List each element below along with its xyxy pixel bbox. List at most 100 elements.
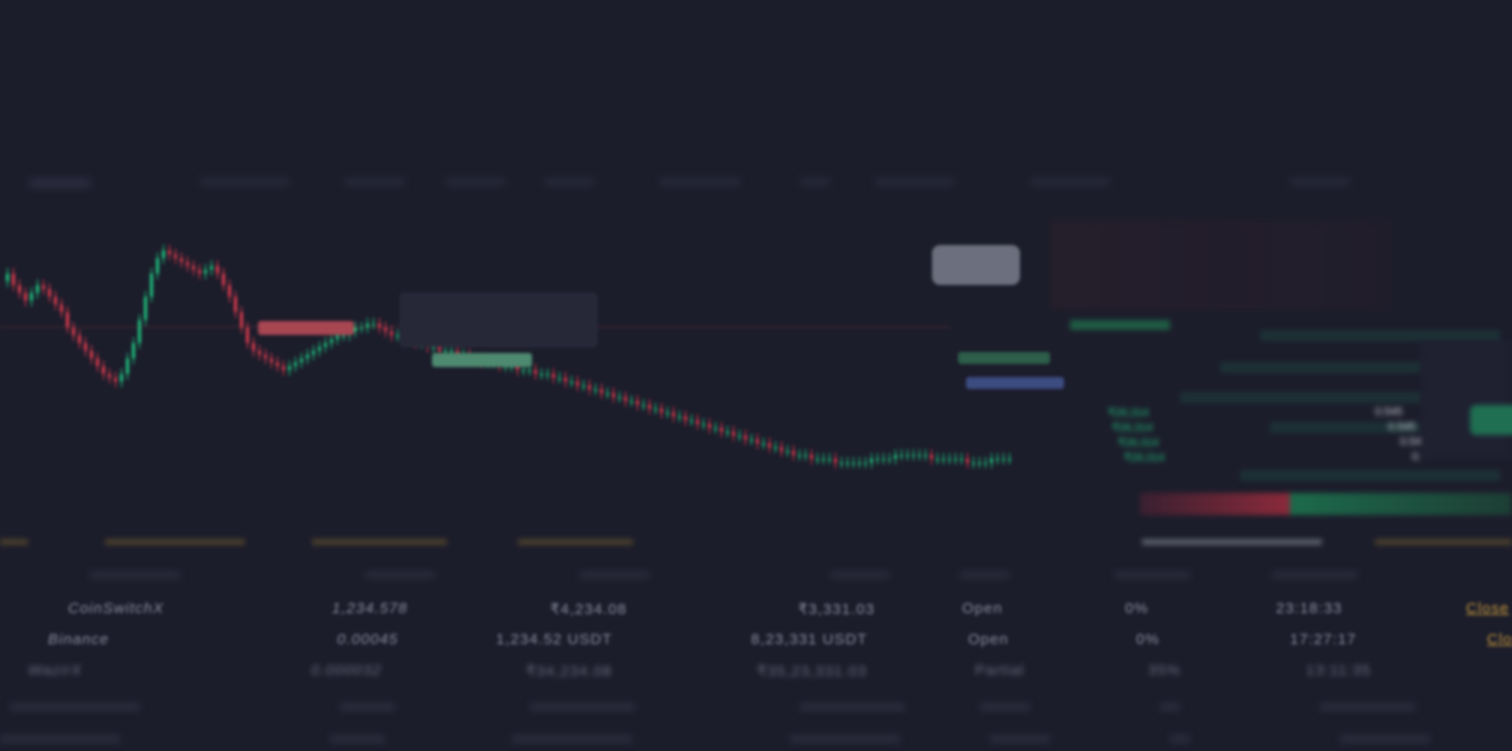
candle-up xyxy=(204,269,207,274)
candle-up xyxy=(978,462,981,465)
candle-up xyxy=(786,451,789,453)
blurred-cell xyxy=(530,704,635,710)
candle-up xyxy=(642,404,645,407)
total-cell: ₹3,331.03 xyxy=(798,601,875,618)
toolbar-item[interactable] xyxy=(30,178,90,188)
candle-up xyxy=(954,458,957,461)
toolbar-item[interactable] xyxy=(875,178,955,186)
trade-panel xyxy=(1420,340,1512,460)
candle-up xyxy=(618,397,621,399)
candle-up xyxy=(984,462,987,465)
candle-up xyxy=(864,462,867,465)
candle-down xyxy=(378,323,381,328)
summary-item xyxy=(312,539,447,545)
exchange-cell: Binance xyxy=(48,631,110,648)
blurred-cell xyxy=(790,736,900,742)
candle-down xyxy=(42,285,45,289)
candle-up xyxy=(546,373,549,376)
candle-down xyxy=(672,412,675,417)
candle-up xyxy=(372,323,375,326)
candle-up xyxy=(312,350,315,355)
candle-up xyxy=(570,381,573,384)
toolbar-item[interactable] xyxy=(660,178,740,186)
candle-up xyxy=(540,373,543,376)
candle-up xyxy=(354,327,357,332)
candle-down xyxy=(54,296,57,305)
toolbar-item[interactable] xyxy=(800,178,830,186)
candle-down xyxy=(192,265,195,270)
candle-down xyxy=(744,435,747,440)
amount-cell: ₹4,234.08 xyxy=(550,601,627,618)
candle-up xyxy=(924,454,927,457)
candle-down xyxy=(276,362,279,367)
price-chart[interactable] xyxy=(0,215,1110,525)
bid-price: ₹26,314 xyxy=(1124,452,1165,464)
orderbook-row[interactable]: ₹26,314 xyxy=(1108,406,1149,419)
total-cell: 8,23,331 USDT xyxy=(751,631,868,648)
summary-item xyxy=(0,539,28,545)
orderbook-row[interactable]: ₹26,314 xyxy=(1118,436,1159,449)
orderbook-asks-area xyxy=(1050,220,1390,310)
buy-button[interactable] xyxy=(1290,493,1512,515)
candle-down xyxy=(24,292,27,301)
table-header xyxy=(0,570,1512,580)
blurred-cell xyxy=(330,736,385,742)
candle-down xyxy=(576,381,579,386)
candle-up xyxy=(828,458,831,461)
candle-up xyxy=(294,362,297,367)
candle-down xyxy=(966,458,969,463)
candle-down xyxy=(48,289,51,297)
toolbar-item[interactable] xyxy=(545,178,595,186)
blurred-cell xyxy=(340,704,395,710)
status-cell: Open xyxy=(962,600,1003,617)
table-row[interactable]: Binance 0.00045 1,234.52 USDT 8,23,331 U… xyxy=(0,631,1512,655)
amount-cell: 1,234.52 USDT xyxy=(496,631,613,648)
candle-down xyxy=(390,331,393,336)
trade-accent[interactable] xyxy=(1470,405,1512,435)
candle-up xyxy=(630,400,633,403)
candle-up xyxy=(138,319,141,343)
candle-down xyxy=(60,304,63,313)
blurred-cell xyxy=(1320,704,1415,710)
table-row[interactable]: CoinSwitchX 1,234.578 ₹4,234.08 ₹3,331.0… xyxy=(0,600,1512,624)
candle-down xyxy=(264,354,267,359)
candle-up xyxy=(798,454,801,457)
toolbar-item[interactable] xyxy=(445,178,505,186)
candle-up xyxy=(36,285,39,293)
orderbook-row[interactable]: ₹26,314 xyxy=(1124,451,1165,464)
blurred-cell xyxy=(1170,736,1190,742)
candle-down xyxy=(438,346,441,351)
candle-down xyxy=(282,366,285,370)
toolbar-item[interactable] xyxy=(345,178,405,186)
candle-down xyxy=(834,458,837,463)
candle-down xyxy=(102,366,105,374)
candle-down xyxy=(180,258,183,262)
amount-cell: ₹34,234.08 xyxy=(526,663,613,680)
blurred-cell xyxy=(10,704,140,710)
close-order-button[interactable]: Close xyxy=(1487,631,1512,648)
toolbar-item[interactable] xyxy=(200,178,290,186)
table-row[interactable] xyxy=(0,728,1512,751)
table-row[interactable] xyxy=(0,696,1512,720)
candle-up xyxy=(144,296,147,320)
orderbook-row[interactable]: ₹26,314 xyxy=(1112,421,1153,434)
side-widget xyxy=(932,245,1020,285)
blurred-cell xyxy=(980,704,1030,710)
candle-up xyxy=(894,454,897,459)
candle-down xyxy=(564,377,567,382)
candle-down xyxy=(384,327,387,332)
table-row[interactable]: WazirX 0.000032 ₹34,234.08 ₹35,23,331.03… xyxy=(0,662,1512,686)
candle-down xyxy=(624,397,627,401)
progress-cell: 35% xyxy=(1148,662,1182,679)
close-order-button[interactable]: Close xyxy=(1466,600,1509,617)
candle-down xyxy=(240,312,243,328)
candle-up xyxy=(936,458,939,461)
column-header xyxy=(90,572,180,578)
candle-up xyxy=(162,250,165,259)
sell-button[interactable] xyxy=(1140,493,1290,515)
candle-down xyxy=(684,416,687,421)
candle-up xyxy=(1008,458,1011,461)
blurred-cell xyxy=(0,736,120,742)
price-tag-green xyxy=(432,353,532,367)
progress-cell: 0% xyxy=(1136,631,1160,648)
